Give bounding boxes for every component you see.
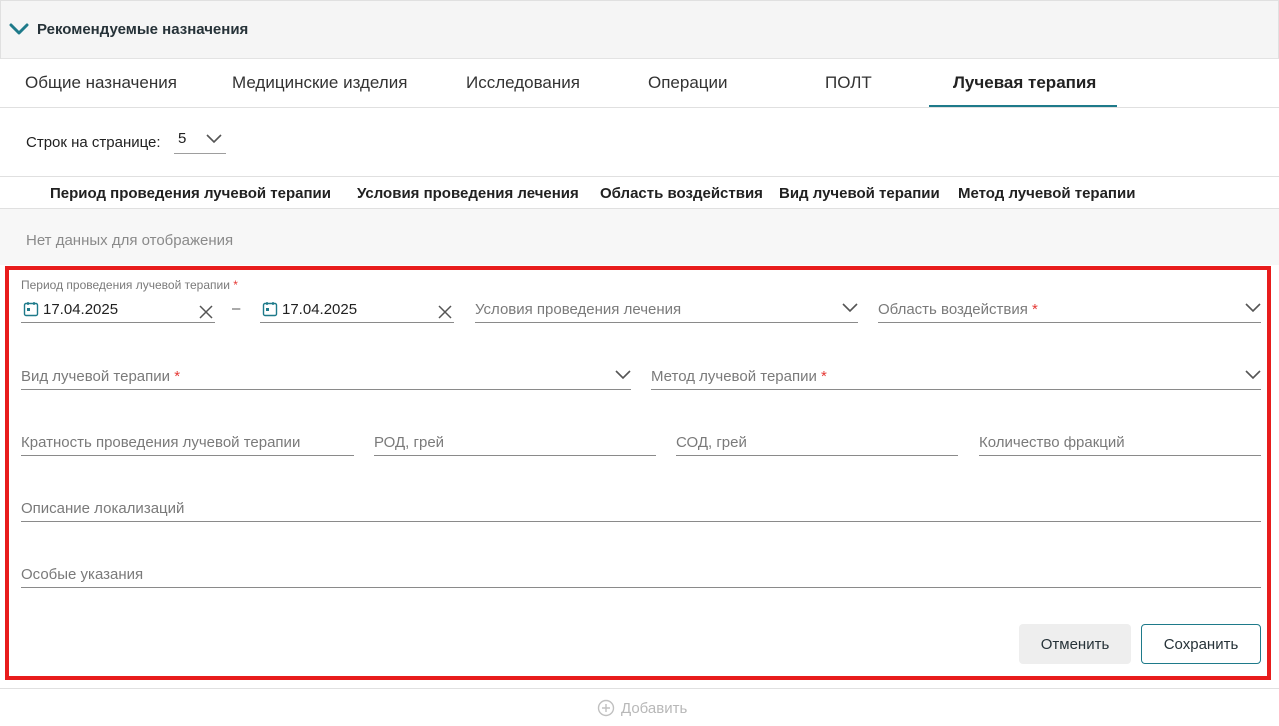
save-button[interactable]: Сохранить (1141, 624, 1261, 664)
fractions-input[interactable]: Количество фракций (979, 432, 1261, 456)
area-select[interactable]: Область воздействия * (878, 299, 1261, 323)
table-header: Период проведения лучевой терапии Услови… (0, 176, 1279, 209)
date-to-value: 17.04.2025 (282, 301, 358, 318)
active-tab-indicator (929, 105, 1117, 107)
rows-per-page-label: Строк на странице: (26, 134, 161, 151)
fractions-label: Количество фракций (979, 434, 1125, 451)
column-header-area[interactable]: Область воздействия (600, 185, 763, 202)
rows-per-page-value: 5 (178, 130, 187, 147)
add-button-label: Добавить (621, 699, 688, 717)
column-header-therapy-method[interactable]: Метод лучевой терапии (958, 185, 1135, 202)
calendar-icon[interactable] (262, 301, 278, 317)
period-label: Период проведения лучевой терапии * (21, 278, 238, 292)
localization-input[interactable]: Описание локализаций (21, 498, 1261, 522)
tab-examinations[interactable]: Исследования (466, 73, 580, 93)
sod-label: СОД, грей (676, 434, 747, 451)
add-button[interactable]: Добавить (597, 699, 687, 717)
tab-operations[interactable]: Операции (648, 73, 728, 93)
therapy-method-select[interactable]: Метод лучевой терапии * (651, 366, 1261, 390)
frequency-label: Кратность проведения лучевой терапии (21, 434, 301, 451)
tab-polt[interactable]: ПОЛТ (825, 73, 872, 93)
localization-label: Описание локализаций (21, 500, 185, 517)
date-to-field[interactable]: 17.04.2025 (260, 299, 454, 323)
chevron-down-icon (1245, 370, 1261, 380)
chevron-down-icon (615, 370, 631, 380)
chevron-down-icon[interactable] (9, 21, 29, 37)
therapy-type-label: Вид лучевой терапии * (21, 368, 181, 385)
chevron-down-icon (1245, 303, 1261, 313)
calendar-icon[interactable] (23, 301, 39, 317)
chevron-down-icon (206, 134, 222, 144)
date-from-value: 17.04.2025 (43, 301, 119, 318)
sod-input[interactable]: СОД, грей (676, 432, 958, 456)
column-header-therapy-type[interactable]: Вид лучевой терапии (779, 185, 940, 202)
clear-icon[interactable] (438, 305, 452, 319)
empty-table-message: Нет данных для отображения (26, 232, 234, 249)
area-label: Область воздействия * (878, 301, 1038, 318)
cancel-button[interactable]: Отменить (1019, 624, 1131, 664)
conditions-label: Условия проведения лечения (475, 301, 682, 318)
radiation-therapy-form (5, 266, 1271, 680)
clear-icon[interactable] (199, 305, 213, 319)
special-instructions-label: Особые указания (21, 566, 144, 583)
conditions-select[interactable]: Условия проведения лечения (475, 299, 858, 323)
footer-divider (0, 688, 1279, 689)
rod-label: РОД, грей (374, 434, 445, 451)
section-title: Рекомендуемые назначения (37, 21, 249, 38)
date-range-separator: – (232, 300, 241, 317)
special-instructions-input[interactable]: Особые указания (21, 564, 1261, 588)
therapy-method-label: Метод лучевой терапии * (651, 368, 827, 385)
column-header-period[interactable]: Период проведения лучевой терапии (50, 185, 331, 202)
empty-table-row: Нет данных для отображения (0, 209, 1279, 265)
column-header-conditions[interactable]: Условия проведения лечения (357, 185, 579, 202)
plus-circle-icon (597, 699, 615, 717)
date-from-field[interactable]: 17.04.2025 (21, 299, 215, 323)
rows-per-page-select[interactable]: 5 (174, 124, 226, 154)
chevron-down-icon (842, 303, 858, 313)
tab-radiation-therapy[interactable]: Лучевая терапия (953, 73, 1096, 93)
rod-input[interactable]: РОД, грей (374, 432, 656, 456)
frequency-input[interactable]: Кратность проведения лучевой терапии (21, 432, 354, 456)
section-header[interactable]: Рекомендуемые назначения (0, 0, 1279, 59)
therapy-type-select[interactable]: Вид лучевой терапии * (21, 366, 631, 390)
tab-bar: Общие назначения Медицинские изделия Исс… (0, 59, 1279, 108)
tab-general[interactable]: Общие назначения (25, 73, 177, 93)
tab-medical-devices[interactable]: Медицинские изделия (232, 73, 407, 93)
